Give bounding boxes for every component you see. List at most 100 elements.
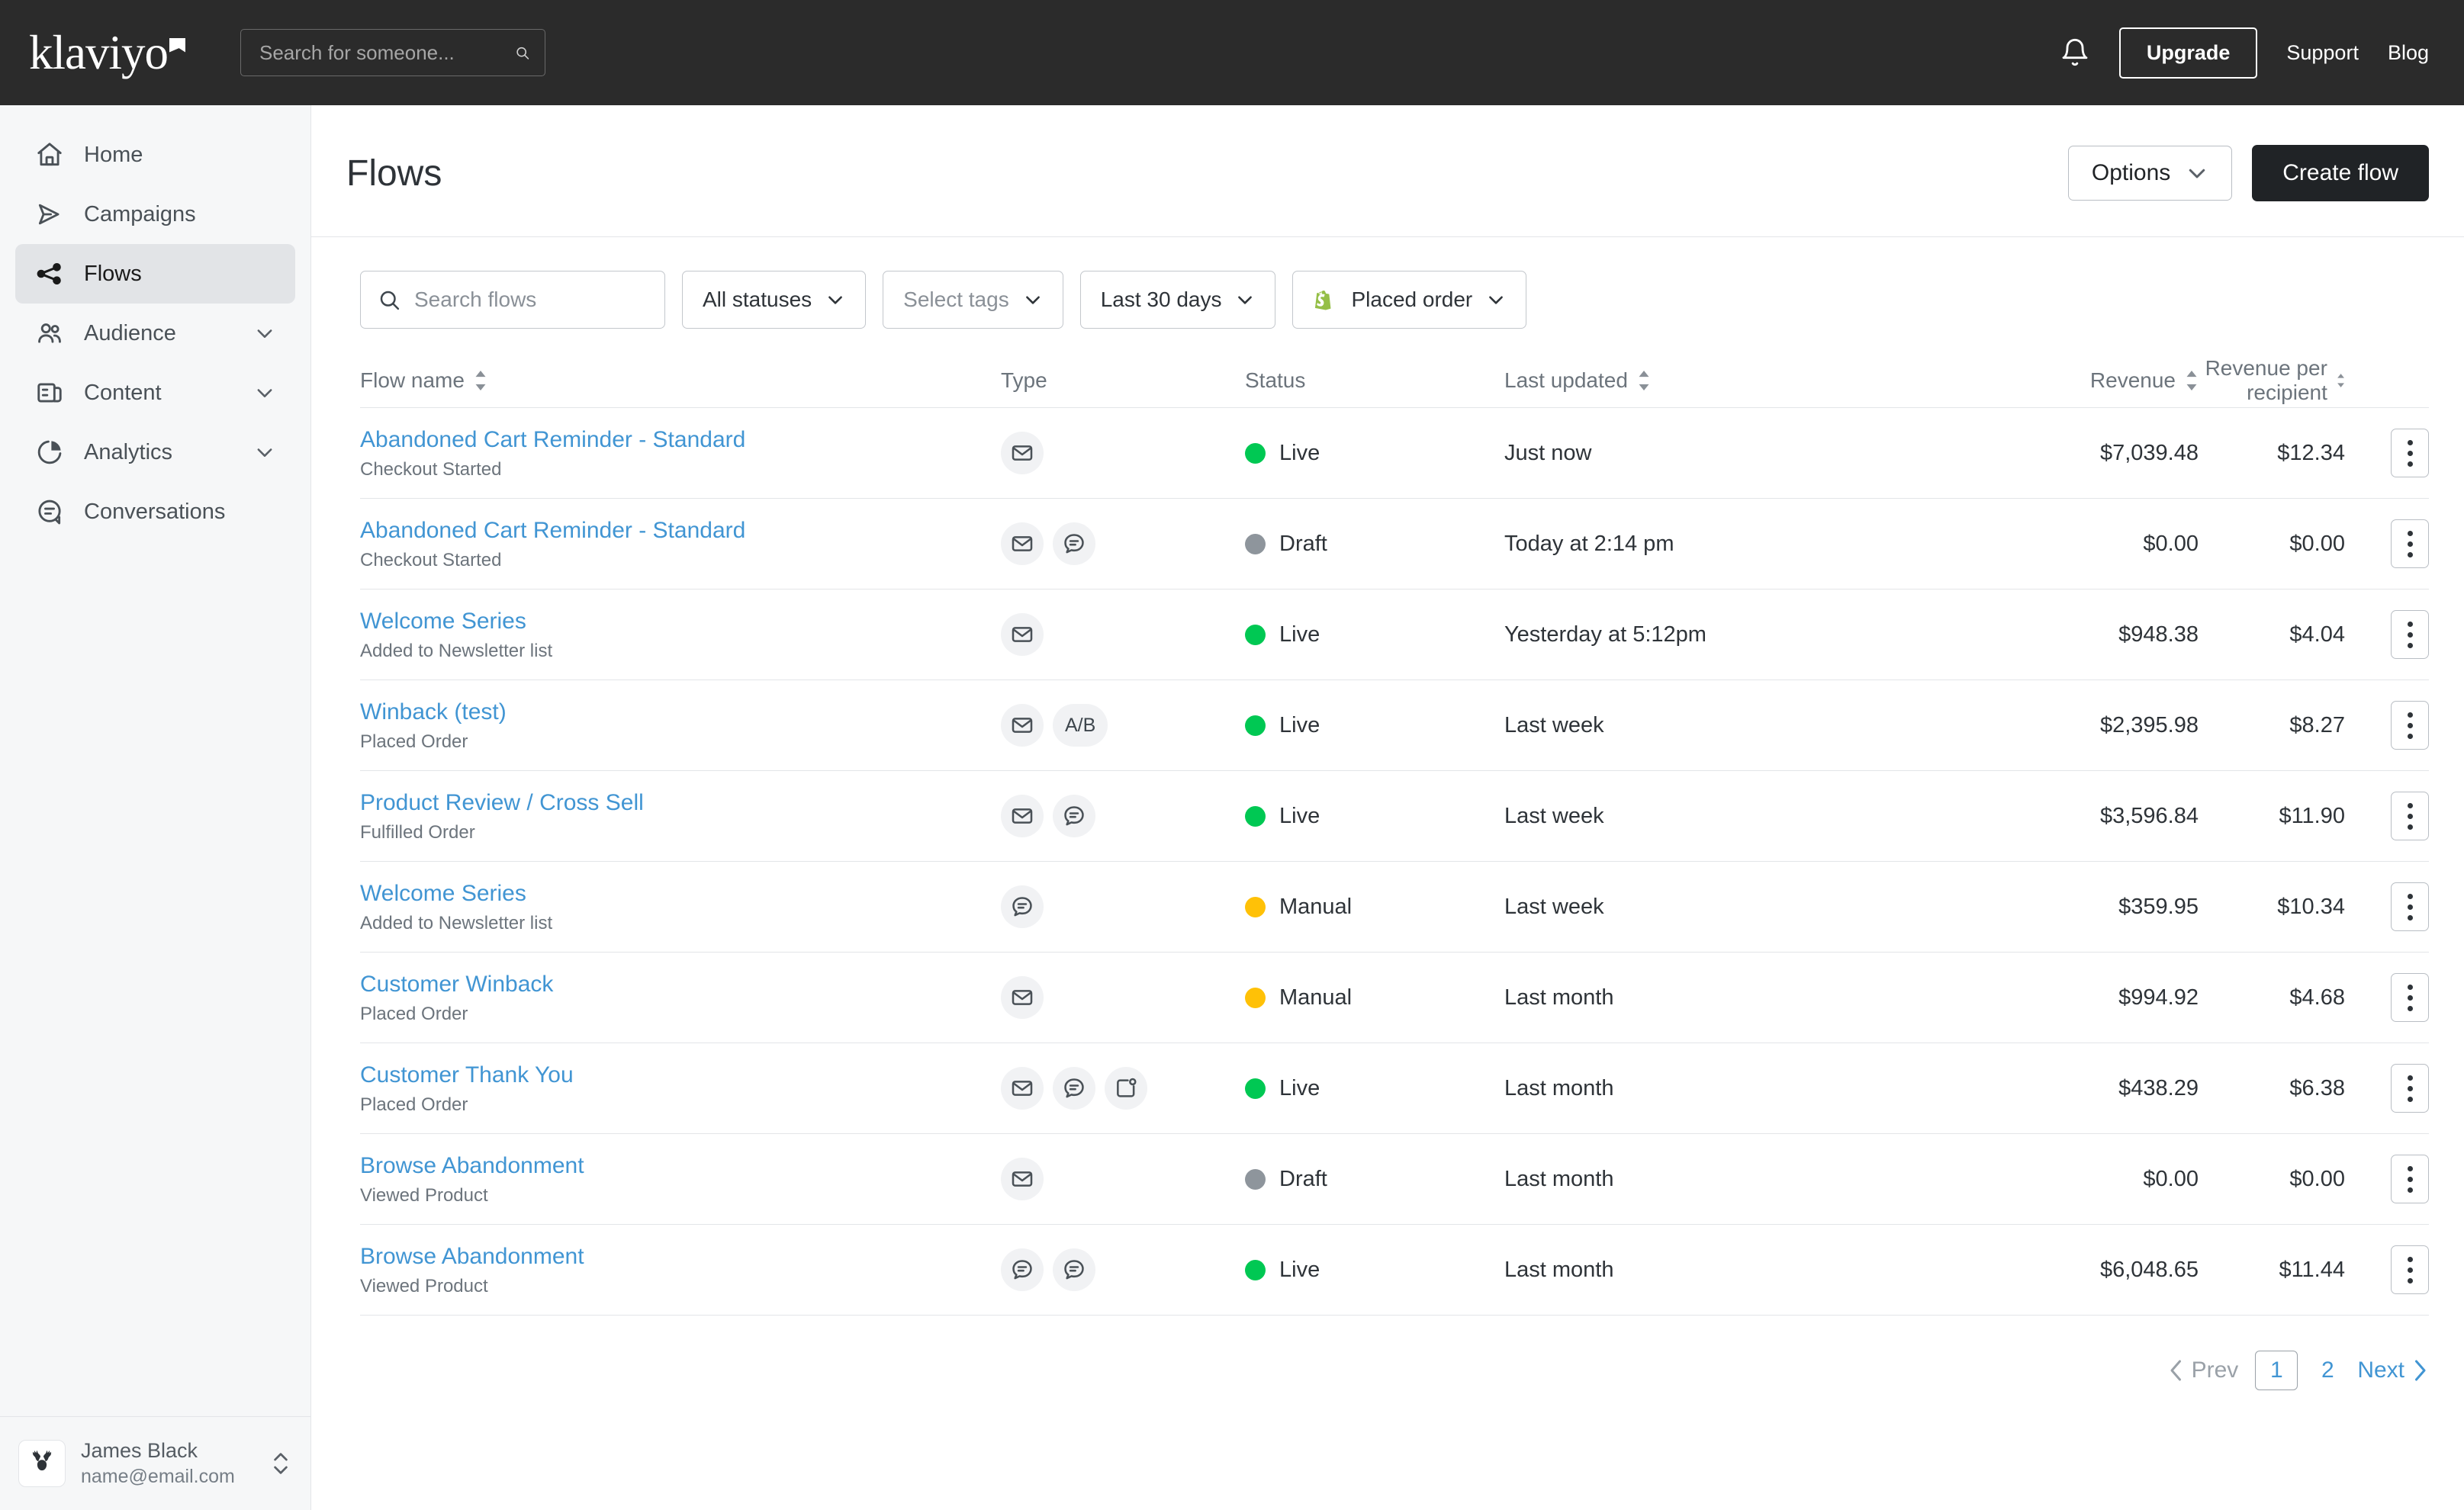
flow-name-link[interactable]: Abandoned Cart Reminder - Standard xyxy=(360,516,1001,545)
app-shell: Home Campaigns Flows Audience Content An… xyxy=(0,105,2464,1510)
last-updated-cell: Last week xyxy=(1504,803,1604,828)
revenue-per-recipient-cell: $0.00 xyxy=(2289,531,2345,556)
sidebar: Home Campaigns Flows Audience Content An… xyxy=(0,105,311,1510)
account-switcher[interactable]: James Black name@email.com xyxy=(0,1415,310,1510)
sidebar-item-label: Content xyxy=(84,380,162,405)
sms-type-chip xyxy=(1001,885,1044,928)
chevron-left-icon xyxy=(2170,1360,2181,1381)
revenue-per-recipient-cell: $11.90 xyxy=(2279,803,2345,828)
last-updated-cell: Last month xyxy=(1504,985,1614,1010)
flow-name-link[interactable]: Abandoned Cart Reminder - Standard xyxy=(360,426,1001,455)
row-overflow-menu-button[interactable] xyxy=(2391,1155,2429,1203)
flow-name-cell: Browse Abandonment Viewed Product xyxy=(360,1152,1001,1207)
flow-type-cell xyxy=(1001,1248,1245,1291)
sort-icon xyxy=(1639,370,1649,390)
status-label: Live xyxy=(1279,712,1320,737)
flow-trigger-label: Checkout Started xyxy=(360,550,502,571)
email-type-chip xyxy=(1001,795,1044,837)
sms-icon xyxy=(1064,1260,1084,1280)
options-button[interactable]: Options xyxy=(2067,146,2233,201)
row-overflow-menu-button[interactable] xyxy=(2391,701,2429,750)
top-navigation-bar: klaviyo Upgrade Support Blog xyxy=(0,0,2464,105)
row-overflow-menu-button[interactable] xyxy=(2391,1064,2429,1113)
flow-name-cell: Product Review / Cross Sell Fulfilled Ord… xyxy=(360,789,1001,844)
row-overflow-menu-button[interactable] xyxy=(2391,1245,2429,1294)
sidebar-item-content[interactable]: Content xyxy=(15,363,295,422)
row-overflow-menu-button[interactable] xyxy=(2391,882,2429,931)
sidebar-item-audience[interactable]: Audience xyxy=(15,304,295,363)
flow-name-link[interactable]: Customer Winback xyxy=(360,970,1001,999)
row-overflow-menu-button[interactable] xyxy=(2391,973,2429,1022)
flow-name-link[interactable]: Welcome Series xyxy=(360,607,1001,636)
sidebar-item-flows[interactable]: Flows xyxy=(15,244,295,304)
column-header-revenue-per-recipient[interactable]: Revenue per recipient xyxy=(2199,356,2345,405)
flow-name-cell: Customer Winback Placed Order xyxy=(360,970,1001,1026)
row-actions-cell xyxy=(2345,610,2429,659)
flow-name-link[interactable]: Browse Abandonment xyxy=(360,1242,1001,1271)
email-type-chip xyxy=(1001,432,1044,474)
sort-icon xyxy=(2337,373,2344,387)
upgrade-button[interactable]: Upgrade xyxy=(2118,27,2258,79)
flow-name-cell: Browse Abandonment Viewed Product xyxy=(360,1242,1001,1298)
flow-name-link[interactable]: Browse Abandonment xyxy=(360,1152,1001,1181)
revenue-cell: $948.38 xyxy=(2118,622,2199,647)
row-overflow-menu-button[interactable] xyxy=(2391,519,2429,568)
row-overflow-menu-button[interactable] xyxy=(2391,429,2429,477)
pagination-page-2[interactable]: 2 xyxy=(2314,1357,2340,1383)
pagination-next-label: Next xyxy=(2357,1357,2404,1383)
status-label: Live xyxy=(1279,622,1320,647)
avatar xyxy=(18,1439,66,1487)
status-filter[interactable]: All statuses xyxy=(682,271,867,329)
flow-name-link[interactable]: Winback (test) xyxy=(360,698,1001,727)
sms-icon xyxy=(1064,534,1084,554)
flow-name-link[interactable]: Customer Thank You xyxy=(360,1061,1001,1090)
sidebar-item-home[interactable]: Home xyxy=(15,125,295,185)
flow-type-cell xyxy=(1001,613,1245,656)
column-header-flow-name[interactable]: Flow name xyxy=(360,368,1001,393)
status-dot xyxy=(1245,896,1266,917)
row-overflow-menu-button[interactable] xyxy=(2391,792,2429,840)
flow-type-cell xyxy=(1001,795,1245,837)
sort-icon xyxy=(2186,370,2197,390)
flow-name-link[interactable]: Welcome Series xyxy=(360,879,1001,908)
global-search-input[interactable] xyxy=(259,40,515,65)
column-header-last-updated[interactable]: Last updated xyxy=(1504,368,1863,393)
flow-name-link[interactable]: Product Review / Cross Sell xyxy=(360,789,1001,818)
column-label: Revenue xyxy=(2089,368,2176,392)
chevron-up-down-icon[interactable] xyxy=(269,1447,292,1479)
flow-trigger-label: Placed Order xyxy=(360,731,468,753)
tags-filter[interactable]: Select tags xyxy=(883,271,1063,329)
date-range-filter[interactable]: Last 30 days xyxy=(1079,271,1276,329)
bell-icon[interactable] xyxy=(2060,36,2090,69)
global-search[interactable] xyxy=(240,29,545,76)
flow-status-cell: Live xyxy=(1245,804,1504,829)
flow-name-cell: Welcome Series Added to Newsletter list xyxy=(360,607,1001,663)
flow-name-cell: Customer Thank You Placed Order xyxy=(360,1061,1001,1116)
table-header-row: Flow name Type Status Last updated Reven… xyxy=(360,353,2429,408)
column-header-revenue[interactable]: Revenue xyxy=(1863,368,2199,393)
search-flows-placeholder: Search flows xyxy=(414,288,537,311)
sidebar-item-campaigns[interactable]: Campaigns xyxy=(15,185,295,244)
create-flow-button[interactable]: Create flow xyxy=(2252,145,2429,201)
sms-type-chip xyxy=(1053,1067,1095,1110)
sidebar-item-conversations[interactable]: Conversations xyxy=(15,482,295,541)
support-link[interactable]: Support xyxy=(2286,41,2359,65)
sidebar-item-analytics[interactable]: Analytics xyxy=(15,422,295,482)
table-row: Winback (test) Placed Order A/B Live Last we… xyxy=(360,680,2429,771)
sidebar-item-label: Campaigns xyxy=(84,201,196,226)
pagination-next[interactable]: Next xyxy=(2357,1357,2427,1383)
sidebar-item-label: Analytics xyxy=(84,439,173,464)
blog-link[interactable]: Blog xyxy=(2388,41,2429,65)
email-icon xyxy=(1012,718,1033,733)
metric-filter[interactable]: Placed order xyxy=(1292,271,1527,329)
row-overflow-menu-button[interactable] xyxy=(2391,610,2429,659)
pagination-page-1[interactable]: 1 xyxy=(2255,1351,2298,1390)
account-name: James Black xyxy=(81,1438,198,1462)
klaviyo-logo[interactable]: klaviyo xyxy=(29,28,185,77)
pagination-prev[interactable]: Prev xyxy=(2169,1357,2238,1383)
search-flows-field[interactable]: Search flows xyxy=(360,271,665,329)
sort-icon xyxy=(475,370,486,390)
flow-type-cell xyxy=(1001,1158,1245,1200)
flow-trigger-label: Added to Newsletter list xyxy=(360,913,553,934)
